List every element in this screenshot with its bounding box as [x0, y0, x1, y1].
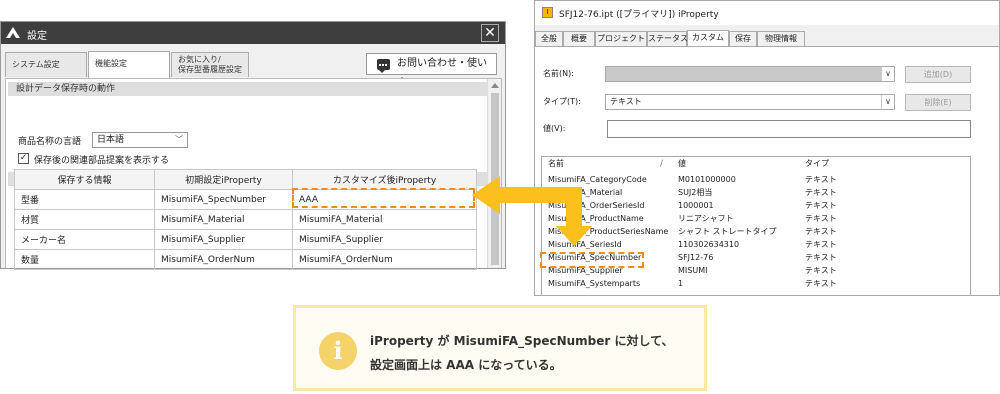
- tab-favorites-history[interactable]: お気に入り/ 保存型番履歴設定: [171, 52, 249, 77]
- tab-save[interactable]: 保存: [729, 31, 757, 46]
- app-logo-icon: [6, 27, 20, 38]
- row-info: 型番: [14, 189, 155, 210]
- arrow-left-icon: [472, 176, 582, 214]
- list-item-value: リニアシャフト: [678, 214, 734, 223]
- settings-title: 設定: [27, 31, 47, 42]
- tab-project[interactable]: プロジェクト: [595, 31, 647, 46]
- list-item-value: 110302634310: [678, 240, 740, 249]
- list-item-type: テキスト: [805, 253, 837, 262]
- delete-button[interactable]: 削除(E): [905, 94, 971, 111]
- chevron-down-icon: ∨: [881, 95, 894, 109]
- list-item-type: テキスト: [805, 240, 837, 249]
- list-item-type: テキスト: [805, 279, 837, 288]
- column-header-type[interactable]: タイプ: [805, 157, 829, 171]
- row-custom-input[interactable]: MisumiFA_Material: [292, 209, 477, 230]
- list-item-value: M0101000000: [678, 175, 736, 184]
- callout-line-2: 設定画面上は AAA になっている。: [370, 358, 562, 372]
- section-save-behavior: 設計データ保存時の動作: [8, 82, 488, 96]
- related-parts-label: 保存後の関連部品提案を表示する: [34, 156, 170, 166]
- contact-button[interactable]: お問い合わせ・使い方: [366, 53, 497, 89]
- list-item-value: SUJ2相当: [678, 188, 713, 197]
- table-row: 数量 MisumiFA_OrderNum MisumiFA_OrderNum: [14, 249, 477, 270]
- row-default: MisumiFA_Supplier: [154, 229, 293, 250]
- row-default: MisumiFA_Material: [154, 209, 293, 230]
- scroll-up-icon[interactable]: [491, 83, 499, 88]
- settings-titlebar: 設定 ✕: [1, 22, 505, 44]
- row-default: MisumiFA_SpecNumber: [154, 189, 293, 210]
- tab-summary[interactable]: 概要: [563, 31, 595, 46]
- list-item-value: 1: [678, 279, 684, 288]
- product-lang-label: 商品名称の言語: [18, 137, 82, 147]
- tab-status[interactable]: ステータス: [647, 31, 688, 46]
- close-button[interactable]: ✕: [481, 24, 499, 42]
- annotation-arrows: [472, 176, 592, 246]
- list-item-value: MISUMI: [678, 266, 708, 275]
- list-item-type: テキスト: [805, 175, 837, 184]
- iproperty-title: SFJ12-76.ipt ([プライマリ]) iProperty: [559, 10, 719, 20]
- row-info: 数量: [14, 249, 155, 270]
- tab-general[interactable]: 全般: [535, 31, 563, 46]
- table-row: 材質 MisumiFA_Material MisumiFA_Material: [14, 209, 477, 230]
- tab-system-settings[interactable]: システム設定: [5, 52, 87, 77]
- related-parts-checkbox[interactable]: ✓: [18, 153, 29, 164]
- type-combobox-value: テキスト: [610, 97, 642, 106]
- specnumber-highlight-box: [540, 252, 644, 268]
- info-icon: i: [319, 332, 357, 370]
- tab-function-settings[interactable]: 機能設定: [88, 51, 170, 78]
- name-label: 名前(N):: [543, 69, 574, 78]
- row-info: メーカー名: [14, 229, 155, 250]
- row-custom-input[interactable]: MisumiFA_Supplier: [292, 229, 477, 250]
- list-item-value: 1000001: [678, 201, 714, 210]
- tab-custom[interactable]: カスタム: [687, 30, 729, 47]
- aaa-highlight-box: [292, 188, 475, 208]
- row-custom-input[interactable]: MisumiFA_OrderNum: [292, 249, 477, 270]
- list-item-type: テキスト: [805, 188, 837, 197]
- info-callout: i iProperty が MisumiFA_SpecNumber に対して、 …: [293, 305, 707, 391]
- table-row: メーカー名 MisumiFA_Supplier MisumiFA_Supplie…: [14, 229, 477, 250]
- list-item-name: MisumiFA_Systemparts: [548, 279, 641, 288]
- list-item-type: テキスト: [805, 266, 837, 275]
- chat-icon: [377, 59, 390, 73]
- iproperty-titlebar: I SFJ12-76.ipt ([プライマリ]) iProperty: [535, 1, 999, 25]
- iproperty-mapping-table: 保存する情報 初期設定iProperty カスタマイズ後iProperty 型番…: [14, 169, 477, 270]
- list-item-type: テキスト: [805, 214, 837, 223]
- list-item[interactable]: MisumiFA_Systemparts 1 テキスト: [542, 277, 970, 290]
- sort-icon: /: [660, 159, 664, 169]
- type-label: タイプ(T):: [543, 97, 581, 106]
- callout-line-1: iProperty が MisumiFA_SpecNumber に対して、: [370, 334, 674, 348]
- name-combobox[interactable]: ∨: [605, 66, 895, 82]
- column-header-info: 保存する情報: [14, 169, 155, 190]
- add-button[interactable]: 追加(D): [905, 66, 971, 83]
- tab-physical[interactable]: 物理情報: [757, 31, 805, 46]
- list-item-value: シャフト ストレートタイプ: [678, 227, 777, 236]
- tab-favorites-label: お気に入り/: [178, 55, 221, 64]
- list-item-value: SFJ12-76: [678, 253, 714, 262]
- type-combobox[interactable]: テキスト ∨: [605, 94, 895, 110]
- table-header-row: 保存する情報 初期設定iProperty カスタマイズ後iProperty: [14, 169, 477, 190]
- column-header-custom: カスタマイズ後iProperty: [292, 169, 477, 190]
- list-item-type: テキスト: [805, 227, 837, 236]
- list-item-type: テキスト: [805, 201, 837, 210]
- product-lang-value: 日本語: [97, 135, 125, 145]
- product-lang-select[interactable]: 日本語 ﹀: [92, 132, 188, 148]
- tab-history-label: 保存型番履歴設定: [178, 65, 242, 74]
- column-header-value[interactable]: 値: [678, 157, 686, 171]
- chevron-down-icon: ∨: [881, 67, 894, 81]
- inventor-file-icon: I: [542, 7, 553, 18]
- value-input[interactable]: [607, 120, 971, 138]
- row-info: 材質: [14, 209, 155, 230]
- column-header-default: 初期設定iProperty: [154, 169, 293, 190]
- chevron-down-icon: ﹀: [175, 135, 183, 144]
- value-label: 値(V):: [543, 124, 566, 133]
- row-default: MisumiFA_OrderNum: [154, 249, 293, 270]
